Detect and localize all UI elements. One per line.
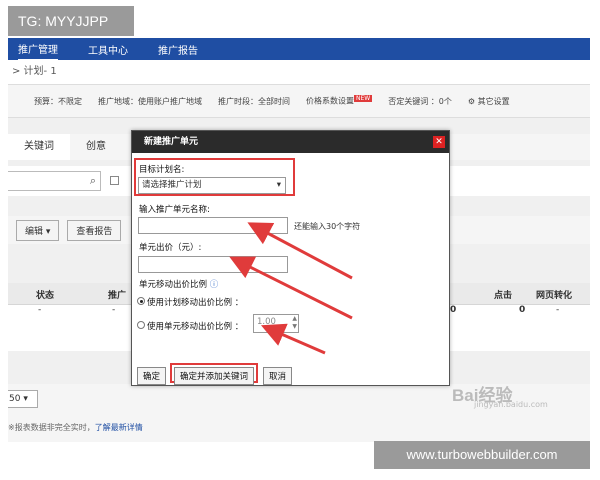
search-input[interactable]: ⌕ — [8, 171, 101, 191]
baidu-url: jingyan.baidu.com — [474, 400, 548, 409]
search-icon[interactable]: ⌕ — [90, 174, 96, 188]
footnote: ※报表数据非完全实时，了解最新详情 — [8, 423, 143, 432]
stepper-arrows-icon[interactable]: ▲ ▼ — [292, 315, 297, 331]
close-icon[interactable]: ✕ — [433, 136, 445, 148]
dialog-title: 新建推广单元 ✕ — [132, 131, 449, 153]
cell-conversion: - — [556, 305, 560, 315]
nav-tools[interactable]: 工具中心 — [88, 39, 128, 60]
col-status[interactable]: 状态 — [36, 288, 54, 301]
ratio-label: 单元移动出价比例 ⓘ — [139, 280, 219, 290]
radio-unit-ratio[interactable] — [137, 321, 145, 329]
edit-button[interactable]: 编辑 ▾ — [16, 219, 60, 241]
top-nav: 推广管理 工具中心 推广报告 — [8, 38, 590, 61]
tab-keywords[interactable]: 关键词 — [8, 134, 70, 160]
cell-value-a: 0 — [450, 305, 457, 315]
plan-label: 目标计划名: — [139, 165, 185, 175]
ratio-stepper[interactable]: 1.00 ▲ ▼ — [253, 314, 299, 333]
chevron-down-icon: ▾ — [45, 226, 51, 237]
view-report-button[interactable]: 查看报告 — [67, 219, 122, 241]
name-label: 输入推广单元名称: — [139, 205, 210, 215]
opt-unit-label: 使用单元移动出价比例 ： — [147, 322, 244, 332]
cell-promo: - — [112, 305, 116, 315]
filter-checkbox[interactable] — [110, 176, 119, 185]
page-size-select[interactable]: 50 ▾ — [8, 390, 38, 408]
plan-select[interactable]: 请选择推广计划 ▾ — [138, 177, 286, 194]
nav-promo-manage[interactable]: 推广管理 — [18, 38, 58, 61]
region-info[interactable]: 推广地域：使用账户推广地域 — [98, 96, 202, 107]
learn-more-link[interactable]: 了解最新详情 — [95, 423, 143, 432]
negative-keywords[interactable]: 否定关键词 ：0个 — [388, 96, 452, 107]
gear-icon: ⚙ — [467, 96, 476, 106]
plan-info-bar: 预算：不限定 推广地域：使用账户推广地域 推广时段：全部时间 价格系数设置 NEW… — [8, 84, 590, 118]
new-badge: NEW — [354, 95, 373, 103]
other-settings[interactable]: ⚙ 其它设置 — [468, 96, 510, 107]
ok-add-keywords-button[interactable]: 确定并添加关键词 — [174, 367, 255, 385]
opt-plan-label: 使用计划移动出价比例 ： — [147, 298, 244, 308]
price-setting[interactable]: 价格系数设置 NEW — [306, 95, 373, 107]
bid-label: 单元出价（元）: — [139, 243, 202, 253]
cell-status: - — [38, 305, 42, 315]
watermark-bottom: www.turbowebbuilder.com — [374, 441, 590, 469]
bid-input[interactable] — [138, 256, 288, 273]
col-clicks[interactable]: 点击 — [494, 288, 512, 301]
cell-clicks: 0 — [519, 305, 526, 315]
budget-info[interactable]: 预算：不限定 — [34, 96, 82, 107]
time-info[interactable]: 推广时段：全部时间 — [218, 96, 290, 107]
chevron-down-icon: ▾ — [276, 180, 281, 190]
ok-button[interactable]: 确定 — [137, 367, 167, 385]
help-icon[interactable]: ⓘ — [210, 280, 219, 290]
col-promo[interactable]: 推广 — [108, 288, 126, 301]
unit-name-input[interactable] — [138, 217, 288, 234]
breadcrumb: > 计划- 1 — [8, 60, 590, 84]
tab-creative[interactable]: 创意 — [70, 134, 122, 160]
watermark-top: TG: MYYJJPP — [8, 6, 134, 36]
new-unit-dialog: 新建推广单元 ✕ 目标计划名: 请选择推广计划 ▾ 输入推广单元名称: 还能输入3… — [131, 130, 450, 386]
dialog-body: 目标计划名: 请选择推广计划 ▾ 输入推广单元名称: 还能输入30个字符 单元出价… — [132, 153, 449, 386]
name-hint: 还能输入30个字符 — [294, 222, 361, 231]
radio-plan-ratio[interactable] — [137, 297, 145, 305]
cancel-button[interactable]: 取消 — [263, 367, 293, 385]
nav-reports[interactable]: 推广报告 — [158, 39, 198, 60]
col-conversion[interactable]: 网页转化 — [536, 288, 572, 301]
